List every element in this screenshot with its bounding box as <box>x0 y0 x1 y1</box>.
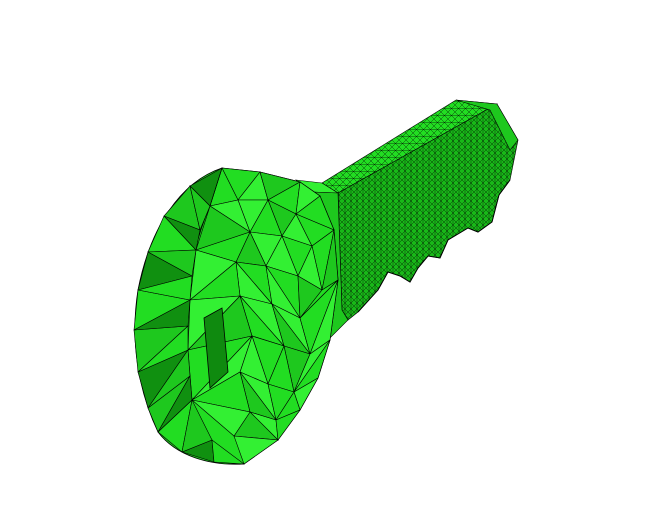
key-blade <box>321 99 519 321</box>
key-mesh-render <box>133 99 519 465</box>
mesh-viewport[interactable] <box>0 0 648 510</box>
